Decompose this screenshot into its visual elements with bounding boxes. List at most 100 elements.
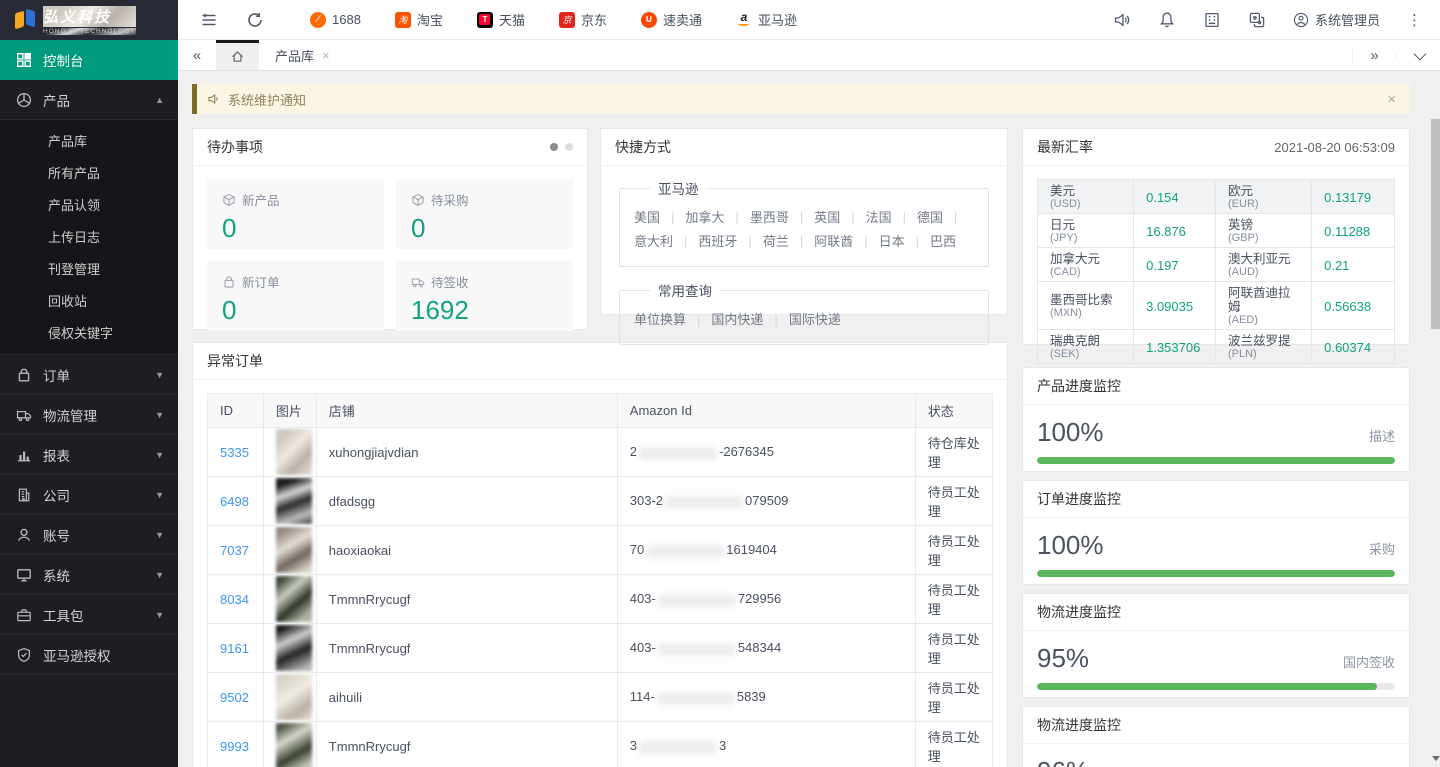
tab-home[interactable]: [216, 40, 259, 70]
sidebar-item-toolkit[interactable]: 工具包 ▼: [0, 595, 178, 635]
shortcut-link[interactable]: 日本: [879, 234, 930, 249]
truck-icon: [411, 275, 425, 289]
shortcut-link[interactable]: 美国: [634, 210, 685, 225]
shortcut-link[interactable]: 意大利: [634, 234, 698, 249]
sidebar-item-orders[interactable]: 订单 ▼: [0, 355, 178, 395]
sidebar-item-system[interactable]: 系统 ▼: [0, 555, 178, 595]
sidebar-item-account[interactable]: 账号 ▼: [0, 515, 178, 555]
todo-tile-to-purchase[interactable]: 待采购 0: [396, 179, 573, 249]
carousel-dot-active[interactable]: [550, 143, 558, 151]
shield-check-icon: [16, 647, 32, 663]
platform-link-tmall[interactable]: T 天猫: [477, 10, 525, 29]
platform-label: 淘宝: [417, 10, 443, 29]
amazon-icon: a: [736, 12, 752, 28]
sidebar-item-listing-mgmt[interactable]: 刊登管理: [0, 254, 178, 286]
currency-name: 阿联酋迪拉姆: [1228, 286, 1299, 314]
shortcut-link[interactable]: 单位换算: [634, 312, 711, 327]
todo-tile-label: 待签收: [431, 272, 469, 291]
product-thumbnail[interactable]: [276, 723, 312, 767]
tab-close-icon[interactable]: ×: [322, 48, 330, 63]
progress-bar-fill: [1037, 683, 1377, 690]
sidebar-item-product-claim[interactable]: 产品认领: [0, 190, 178, 222]
sidebar-item-dashboard[interactable]: 控制台: [0, 40, 178, 80]
sidebar-item-product-library[interactable]: 产品库: [0, 126, 178, 158]
refresh-icon[interactable]: [246, 11, 264, 29]
sidebar-item-recycle-bin[interactable]: 回收站: [0, 286, 178, 318]
sidebar-item-logistics[interactable]: 物流管理 ▼: [0, 395, 178, 435]
order-id-link[interactable]: 7037: [220, 543, 249, 558]
platform-link-taobao[interactable]: 淘 淘宝: [395, 10, 443, 29]
scrollbar-down-arrow[interactable]: [1431, 753, 1440, 763]
product-thumbnail[interactable]: [276, 576, 312, 622]
app-window: 弘义科技 HONG YI TECHNOLOGY 控制台 产品 ▲ 产品库 所有产…: [0, 0, 1440, 767]
bell-icon[interactable]: [1158, 11, 1176, 29]
shortcut-link[interactable]: 法国: [866, 210, 917, 225]
order-id-link[interactable]: 8034: [220, 592, 249, 607]
collapse-sidebar-icon[interactable]: [200, 11, 218, 29]
tabs-scroll-left-icon[interactable]: «: [178, 40, 216, 70]
sidebar-item-product[interactable]: 产品 ▲: [0, 80, 178, 120]
platform-label: 京东: [581, 10, 607, 29]
cube-icon: [411, 193, 425, 207]
sidebar-item-company[interactable]: 公司 ▼: [0, 475, 178, 515]
currency-code: (PLN): [1228, 348, 1299, 360]
shortcut-link[interactable]: 阿联酋: [814, 234, 878, 249]
shortcut-link[interactable]: 德国: [917, 210, 968, 225]
shortcut-link[interactable]: 巴西: [930, 234, 956, 249]
platform-link-aliexpress[interactable]: ∪ 速卖通: [641, 10, 702, 29]
order-id-link[interactable]: 9502: [220, 690, 249, 705]
abnormal-orders-panel: 异常订单 ID 图片 店铺 Amazon Id: [192, 342, 1008, 767]
logo-title: 弘义科技: [43, 6, 136, 27]
shortcut-link[interactable]: 英国: [814, 210, 865, 225]
monitor-title: 订单进度监控: [1037, 489, 1121, 509]
sidebar-item-all-products[interactable]: 所有产品: [0, 158, 178, 190]
scrollbar-thumb[interactable]: [1431, 119, 1440, 329]
table-row: 9993 TmmnRrycugf 33 待员工处理: [208, 722, 993, 767]
todo-tile-new-orders[interactable]: 新订单 0: [207, 261, 384, 331]
platform-link-jd[interactable]: 京 京东: [559, 10, 607, 29]
order-id-link[interactable]: 5335: [220, 445, 249, 460]
shortcut-link[interactable]: 加拿大: [685, 210, 749, 225]
sidebar-item-reports[interactable]: 报表 ▼: [0, 435, 178, 475]
taobao-icon: 淘: [395, 12, 411, 28]
shortcuts-title: 快捷方式: [615, 137, 671, 157]
sidebar-item-upload-log[interactable]: 上传日志: [0, 222, 178, 254]
notice-close-icon[interactable]: ×: [1387, 91, 1396, 108]
platform-link-1688[interactable]: ⁄ 1688: [310, 12, 361, 28]
tab-product-library[interactable]: 产品库 ×: [259, 40, 346, 70]
shortcut-link[interactable]: 国内快递: [711, 312, 788, 327]
product-progress-panel: 产品进度监控 100% 描述: [1022, 367, 1410, 472]
product-thumbnail[interactable]: [276, 527, 312, 573]
redacted-blur: [639, 741, 717, 754]
product-thumbnail[interactable]: [276, 625, 312, 671]
platform-link-amazon[interactable]: a 亚马逊: [736, 10, 797, 29]
shortcut-link[interactable]: 墨西哥: [750, 210, 814, 225]
currency-rate: 0.13179: [1324, 190, 1382, 205]
shopping-bag-icon: [16, 367, 32, 383]
tabs-scroll-right-icon[interactable]: »: [1352, 47, 1396, 64]
shortcut-link[interactable]: 国际快递: [789, 312, 841, 327]
carousel-dot[interactable]: [565, 143, 573, 151]
todo-tile-to-receive[interactable]: 待签收 1692: [396, 261, 573, 331]
announcement-speaker-icon[interactable]: [1113, 11, 1131, 29]
calculator-icon[interactable]: [1203, 11, 1221, 29]
product-thumbnail[interactable]: [276, 674, 312, 720]
more-options-icon[interactable]: ⋮: [1407, 11, 1422, 29]
order-id-link[interactable]: 9993: [220, 739, 249, 754]
product-thumbnail[interactable]: [276, 429, 312, 475]
apps-icon[interactable]: [1248, 11, 1266, 29]
home-icon: [230, 49, 245, 64]
amazon-id: 114-5839: [617, 673, 915, 722]
shortcut-link[interactable]: 荷兰: [763, 234, 814, 249]
currency-rate: 0.11288: [1324, 224, 1382, 239]
product-thumbnail[interactable]: [276, 478, 312, 524]
order-id-link[interactable]: 6498: [220, 494, 249, 509]
sidebar-item-infringing-keywords[interactable]: 侵权关键字: [0, 318, 178, 350]
tabs-menu-icon[interactable]: [1396, 51, 1440, 60]
sidebar-item-amazon-auth[interactable]: 亚马逊授权: [0, 635, 178, 675]
shortcuts-group-title: 亚马逊: [650, 178, 707, 198]
order-id-link[interactable]: 9161: [220, 641, 249, 656]
user-menu[interactable]: 系统管理员: [1293, 10, 1380, 29]
todo-tile-new-products[interactable]: 新产品 0: [207, 179, 384, 249]
shortcut-link[interactable]: 西班牙: [698, 234, 762, 249]
